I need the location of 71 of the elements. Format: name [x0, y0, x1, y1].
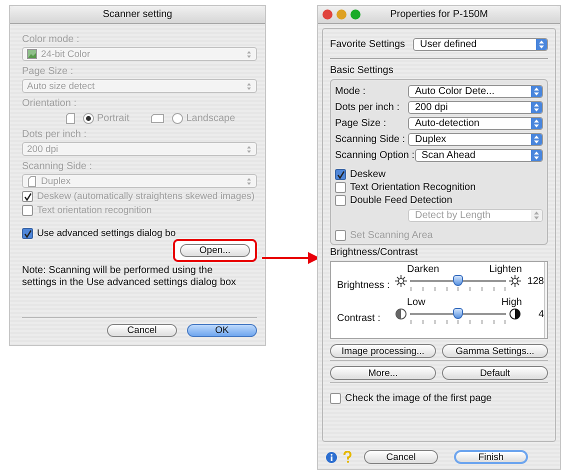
open-button[interactable]: Open...	[180, 244, 250, 257]
half-circle-icon	[509, 308, 521, 320]
dropdown[interactable]: User defined	[413, 38, 548, 51]
field-label: Scanning Side :	[22, 161, 94, 172]
note-text: Note: Scanning will be performed using the settings in the Use advanced settings dialog box	[22, 265, 238, 289]
stepper-icon	[531, 118, 542, 129]
checkbox[interactable]: Check the image of the first page	[330, 393, 548, 404]
half-circle-icon	[395, 308, 407, 320]
field-label: Scanning Side :	[335, 134, 406, 145]
field-label: Dots per inch :	[22, 129, 88, 140]
scrollbar[interactable]	[544, 262, 547, 338]
field-label: Orientation :	[22, 98, 78, 109]
slider-value: 128	[526, 276, 544, 286]
stepper-icon	[531, 134, 542, 145]
section-title: Basic Settings	[330, 65, 394, 76]
sun-icon	[395, 275, 407, 287]
stepper-icon	[531, 86, 542, 97]
slider-thumb[interactable]	[453, 308, 463, 319]
checkmark-icon	[24, 230, 32, 238]
field-label: Scanning Option :	[335, 150, 414, 161]
stepper-icon	[536, 39, 547, 50]
stepper-icon	[531, 150, 542, 161]
window-controls-icon[interactable]	[322, 9, 362, 20]
sun-icon	[509, 275, 521, 287]
stepper-icon	[531, 102, 542, 113]
dropdown[interactable]: Auto Color Dete...	[408, 85, 543, 98]
slider-label: Contrast :	[337, 313, 382, 324]
push-button[interactable]: More...	[330, 366, 436, 380]
dialog-button[interactable]: Cancel	[107, 324, 177, 337]
push-button[interactable]: Default	[442, 366, 548, 380]
checkbox[interactable]: Use advanced settings dialog bo	[22, 228, 176, 239]
portrait-page-icon	[66, 113, 75, 124]
checkmark-icon	[24, 192, 32, 200]
dropdown[interactable]: 200 dpi	[408, 101, 543, 114]
checkbox[interactable]: Deskew	[335, 169, 543, 180]
stepper-icon	[246, 176, 252, 186]
stepper-icon	[246, 50, 252, 58]
window-title: Scanner setting	[102, 9, 172, 20]
field-label: Page Size :	[22, 66, 74, 77]
info-icon[interactable]	[326, 452, 337, 462]
checkmark-icon	[336, 170, 344, 178]
dialog-button[interactable]: Cancel	[364, 450, 438, 464]
dropdown[interactable]: Auto-detection	[408, 117, 543, 130]
stepper-icon	[246, 82, 252, 90]
page-icon	[27, 176, 37, 186]
field-label: Color mode :	[22, 34, 80, 45]
field-label: Page Size :	[335, 118, 388, 129]
dropdown[interactable]: Duplex	[408, 133, 543, 146]
dialog-button[interactable]: OK	[187, 324, 257, 337]
push-button[interactable]: Image processing...	[330, 344, 436, 358]
checkbox[interactable]: Double Feed Detection	[335, 195, 543, 206]
checkbox[interactable]: Text Orientation Recognition	[335, 182, 543, 193]
stepper-icon	[246, 144, 252, 154]
slider-min-label: Low	[407, 297, 426, 308]
landscape-page-icon	[151, 114, 164, 123]
field-label: Favorite Settings	[330, 39, 406, 50]
window-title: Properties for P-150M	[390, 9, 488, 20]
dropdown[interactable]: Scan Ahead	[414, 149, 543, 162]
slider-label: Brightness :	[337, 280, 391, 291]
field-label: Dots per inch :	[335, 102, 400, 113]
dialog-button[interactable]: Finish	[454, 450, 528, 464]
field-label: Mode :	[335, 86, 367, 97]
picture-icon	[27, 49, 37, 59]
slider-max-label: Lighten	[489, 264, 522, 275]
slider-thumb[interactable]	[453, 275, 463, 286]
section-title: Brightness/Contrast	[330, 247, 419, 258]
slider-max-label: High	[501, 297, 522, 308]
slider-min-label: Darken	[407, 264, 440, 275]
stepper-icon	[531, 210, 542, 221]
push-button[interactable]: Gamma Settings...	[442, 344, 548, 358]
slider-value: 4	[537, 308, 544, 320]
